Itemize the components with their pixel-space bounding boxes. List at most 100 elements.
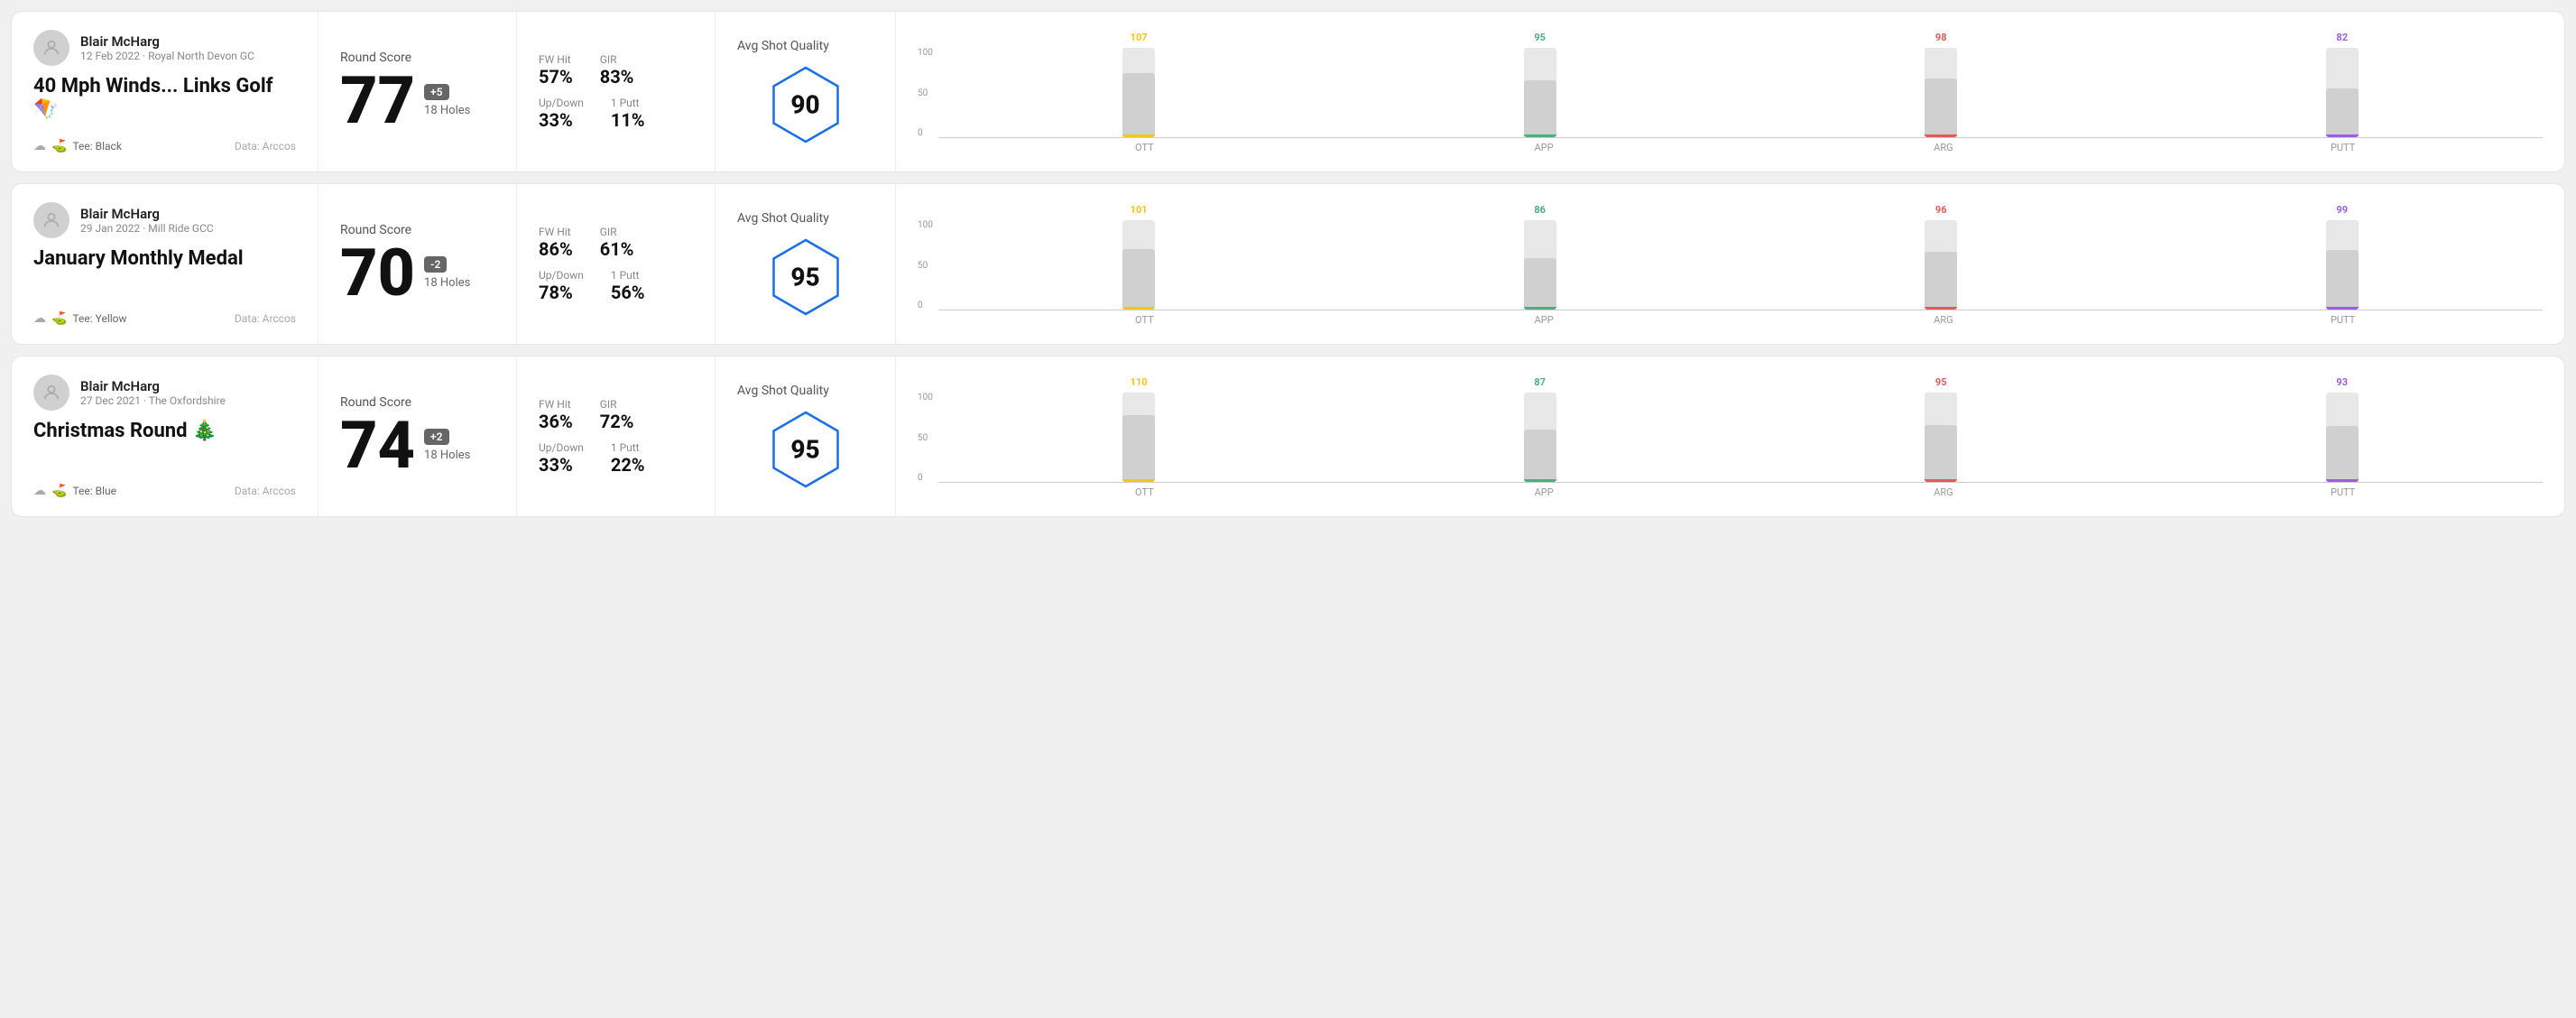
score-main: 74 +2 18 Holes <box>340 413 494 478</box>
gir-stat: GIR 83% <box>600 53 634 88</box>
card-score: Round Score 70 -2 18 Holes <box>319 184 517 344</box>
score-holes: 18 Holes <box>424 276 470 290</box>
hexagon: 90 <box>765 64 846 145</box>
score-badge: -2 18 Holes <box>424 256 470 290</box>
fw-hit-value: 57% <box>539 66 573 88</box>
hexagon: 95 <box>765 409 846 490</box>
chart-group: 93 <box>2141 393 2543 482</box>
card-footer: ☁ ⛳ Tee: Black Data: Arccos <box>33 139 296 153</box>
fw-hit-stat: FW Hit 86% <box>539 226 573 260</box>
chart-x-label: PUTT <box>2143 142 2543 153</box>
chart-group: 82 <box>2141 48 2543 137</box>
chart-x-label: APP <box>1344 486 1744 498</box>
oneputt-value: 11% <box>611 109 645 131</box>
weather-icon: ☁ <box>33 484 46 498</box>
quality-value: 95 <box>790 262 819 292</box>
score-diff: -2 <box>424 256 447 273</box>
updown-stat: Up/Down 33% <box>539 97 584 131</box>
updown-stat: Up/Down 33% <box>539 441 584 476</box>
gir-label: GIR <box>600 226 634 238</box>
oneputt-stat: 1 Putt 11% <box>611 97 645 131</box>
round-title: Christmas Round 🎄 <box>33 420 296 443</box>
weather-icon: ☁ <box>33 139 46 153</box>
data-source: Data: Arccos <box>235 485 296 497</box>
score-main: 70 -2 18 Holes <box>340 241 494 306</box>
card-score: Round Score 74 +2 18 Holes <box>319 356 517 516</box>
chart-group: 110 <box>938 393 1340 482</box>
score-holes: 18 Holes <box>424 104 470 117</box>
round-card: Blair McHarg 12 Feb 2022 · Royal North D… <box>11 11 2565 172</box>
card-quality: Avg Shot Quality 90 <box>716 12 896 171</box>
hexagon-container: 95 <box>737 236 873 318</box>
chart-x-label: ARG <box>1744 314 2144 326</box>
round-title: January Monthly Medal <box>33 247 296 271</box>
round-card: Blair McHarg 29 Jan 2022 · Mill Ride GCC… <box>11 183 2565 345</box>
card-quality: Avg Shot Quality 95 <box>716 184 896 344</box>
updown-label: Up/Down <box>539 269 584 282</box>
card-left: Blair McHarg 27 Dec 2021 · The Oxfordshi… <box>12 356 319 516</box>
stats-row-top: FW Hit 57% GIR 83% <box>539 53 693 88</box>
score-main: 77 +5 18 Holes <box>340 69 494 134</box>
round-title: 40 Mph Winds... Links Golf 🪁 <box>33 75 296 123</box>
updown-value: 33% <box>539 109 584 131</box>
score-number: 77 <box>340 69 415 134</box>
user-row: Blair McHarg 27 Dec 2021 · The Oxfordshi… <box>33 375 296 411</box>
chart-group: 107 <box>938 48 1340 137</box>
gir-value: 83% <box>600 66 634 88</box>
score-number: 74 <box>340 413 415 478</box>
tee-info: ☁ ⛳ Tee: Black <box>33 139 122 153</box>
card-chart: 100 50 0 107 95 <box>896 12 2564 171</box>
user-row: Blair McHarg 12 Feb 2022 · Royal North D… <box>33 30 296 66</box>
quality-value: 90 <box>790 89 819 119</box>
stats-row-top: FW Hit 36% GIR 72% <box>539 398 693 432</box>
user-name: Blair McHarg <box>80 33 254 50</box>
tee-info: ☁ ⛳ Tee: Yellow <box>33 311 127 326</box>
chart-x-label: PUTT <box>2143 314 2543 326</box>
chart-group: 96 <box>1740 220 2142 310</box>
card-left: Blair McHarg 29 Jan 2022 · Mill Ride GCC… <box>12 184 319 344</box>
fw-hit-stat: FW Hit 57% <box>539 53 573 88</box>
tee-label: Tee: Black <box>72 140 121 153</box>
chart-group: 98 <box>1740 48 2142 137</box>
chart-group: 95 <box>1339 48 1740 137</box>
oneputt-stat: 1 Putt 56% <box>611 269 645 303</box>
card-quality: Avg Shot Quality 95 <box>716 356 896 516</box>
chart-group: 99 <box>2141 220 2543 310</box>
card-left: Blair McHarg 12 Feb 2022 · Royal North D… <box>12 12 319 171</box>
user-info: Blair McHarg 29 Jan 2022 · Mill Ride GCC <box>80 206 214 235</box>
card-footer: ☁ ⛳ Tee: Blue Data: Arccos <box>33 484 296 498</box>
weather-icon: ☁ <box>33 311 46 326</box>
updown-stat: Up/Down 78% <box>539 269 584 303</box>
gir-label: GIR <box>600 53 634 66</box>
user-row: Blair McHarg 29 Jan 2022 · Mill Ride GCC <box>33 202 296 238</box>
tee-label: Tee: Blue <box>72 485 116 497</box>
fw-hit-value: 86% <box>539 238 573 260</box>
chart-group: 95 <box>1740 393 2142 482</box>
quality-label: Avg Shot Quality <box>737 384 829 398</box>
user-info: Blair McHarg 12 Feb 2022 · Royal North D… <box>80 33 254 62</box>
score-badge: +5 18 Holes <box>424 84 470 117</box>
card-stats: FW Hit 57% GIR 83% Up/Down 33% 1 Putt 11… <box>517 12 716 171</box>
fw-hit-stat: FW Hit 36% <box>539 398 573 432</box>
quality-value: 95 <box>790 434 819 464</box>
card-score: Round Score 77 +5 18 Holes <box>319 12 517 171</box>
gir-stat: GIR 72% <box>600 398 634 432</box>
chart-group: 101 <box>938 220 1340 310</box>
chart-x-label: OTT <box>945 142 1344 153</box>
oneputt-label: 1 Putt <box>611 441 645 454</box>
hexagon-container: 95 <box>737 409 873 490</box>
quality-label: Avg Shot Quality <box>737 39 829 53</box>
card-chart: 100 50 0 101 86 <box>896 184 2564 344</box>
user-meta: 27 Dec 2021 · The Oxfordshire <box>80 394 226 407</box>
oneputt-value: 56% <box>611 282 645 303</box>
golf-icon: ⛳ <box>51 139 67 153</box>
stats-row-bottom: Up/Down 78% 1 Putt 56% <box>539 269 693 303</box>
chart-x-label: PUTT <box>2143 486 2543 498</box>
stats-row-bottom: Up/Down 33% 1 Putt 22% <box>539 441 693 476</box>
oneputt-label: 1 Putt <box>611 269 645 282</box>
score-diff: +5 <box>424 84 448 100</box>
fw-hit-label: FW Hit <box>539 398 573 411</box>
user-info: Blair McHarg 27 Dec 2021 · The Oxfordshi… <box>80 378 226 407</box>
card-stats: FW Hit 86% GIR 61% Up/Down 78% 1 Putt 56… <box>517 184 716 344</box>
chart-x-label: APP <box>1344 314 1744 326</box>
